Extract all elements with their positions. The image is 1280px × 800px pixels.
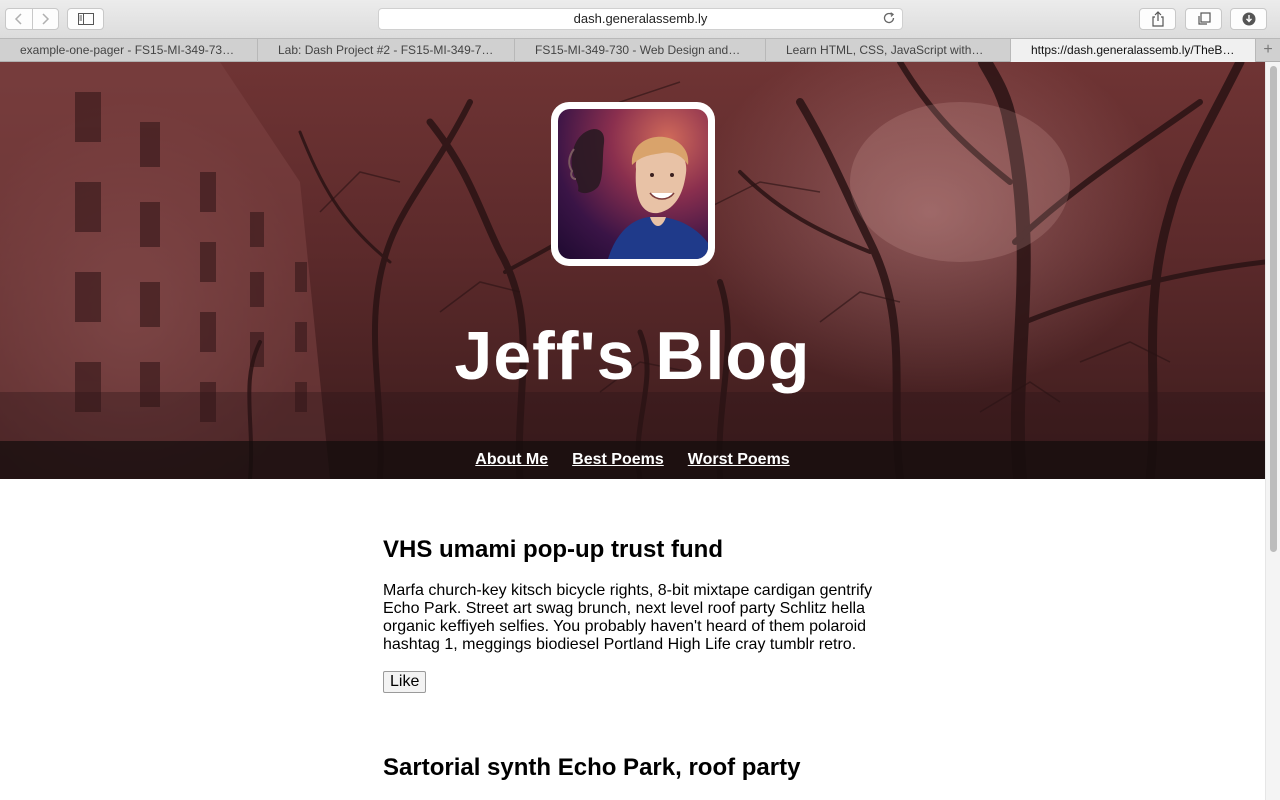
avatar-photo — [568, 129, 708, 259]
share-icon — [1151, 11, 1164, 27]
browser-tab[interactable]: Lab: Dash Project #2 - FS15-MI-349-7… — [258, 39, 515, 62]
forward-button[interactable] — [33, 9, 59, 29]
nav-link-best-poems[interactable]: Best Poems — [572, 451, 664, 469]
blog-post: VHS umami pop-up trust fund Marfa church… — [383, 536, 883, 654]
blog-post: Sartorial synth Echo Park, roof party — [383, 754, 883, 782]
sidebar-icon — [77, 13, 94, 25]
history-nav — [5, 8, 59, 30]
browser-tab-active[interactable]: https://dash.generalassemb.ly/TheB… — [1011, 39, 1256, 62]
browser-tab[interactable]: example-one-pager - FS15-MI-349-73… — [0, 39, 258, 62]
browser-tab[interactable]: Learn HTML, CSS, JavaScript with… — [766, 39, 1011, 62]
blog-title: Jeff's Blog — [454, 318, 811, 394]
back-button[interactable] — [6, 9, 33, 29]
new-tab-button[interactable]: + — [1256, 39, 1280, 62]
nav-link-about-me[interactable]: About Me — [475, 451, 548, 469]
hero-banner: Jeff's Blog About Me Best Poems Worst Po… — [0, 62, 1265, 479]
tabs-icon — [1197, 12, 1211, 25]
page-scrollbar[interactable] — [1265, 62, 1280, 800]
post-body: Marfa church-key kitsch bicycle rights, … — [383, 582, 873, 653]
page-viewport: Jeff's Blog About Me Best Poems Worst Po… — [0, 62, 1265, 800]
url-text: dash.generalassemb.ly — [573, 11, 708, 26]
like-button[interactable]: Like — [383, 671, 427, 693]
chevron-right-icon — [42, 13, 50, 25]
tabs-overview-button[interactable] — [1185, 8, 1222, 30]
nav-link-worst-poems[interactable]: Worst Poems — [688, 451, 790, 469]
avatar — [558, 109, 708, 259]
browser-tab[interactable]: FS15-MI-349-730 - Web Design and… — [515, 39, 766, 62]
download-icon — [1242, 12, 1255, 26]
post-title: Sartorial synth Echo Park, roof party — [383, 754, 801, 781]
tab-bar: example-one-pager - FS15-MI-349-73… Lab:… — [0, 38, 1280, 62]
chevron-left-icon — [14, 13, 22, 25]
downloads-button[interactable] — [1230, 8, 1267, 30]
address-bar[interactable]: dash.generalassemb.ly — [378, 8, 903, 30]
avatar-frame — [551, 102, 715, 266]
post-title: VHS umami pop-up trust fund — [383, 536, 723, 563]
scrollbar-thumb[interactable] — [1270, 66, 1277, 552]
share-button[interactable] — [1139, 8, 1176, 30]
main-nav: About Me Best Poems Worst Poems — [0, 441, 1265, 479]
reload-icon[interactable] — [882, 11, 896, 25]
browser-toolbar: dash.generalassemb.ly — [0, 0, 1280, 38]
sidebar-button[interactable] — [67, 8, 104, 30]
